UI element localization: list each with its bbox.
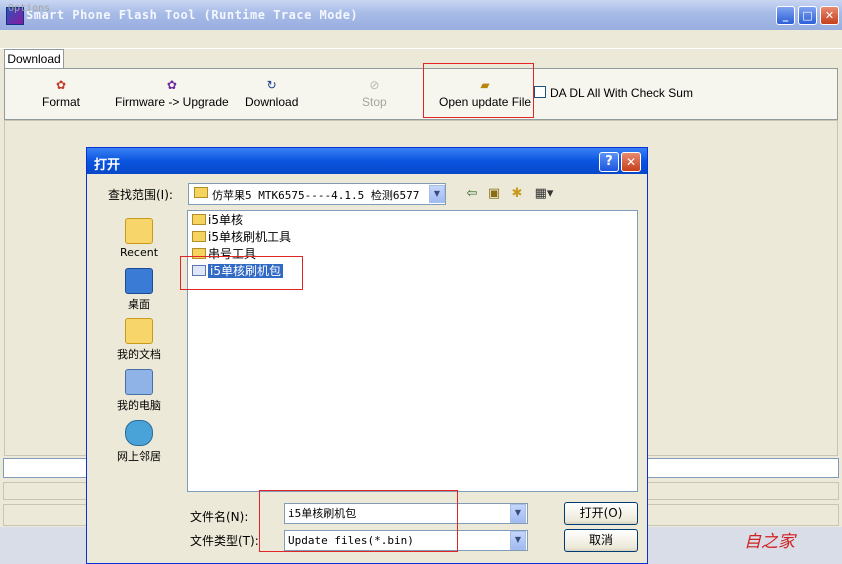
network-icon <box>125 420 153 446</box>
format-button[interactable]: ✿ Format <box>42 78 80 109</box>
filename-label: 文件名(N): <box>190 510 249 524</box>
dialog-title: 打开 <box>94 158 121 173</box>
close-button[interactable]: ✕ <box>820 6 839 25</box>
up-folder-icon[interactable]: ▣ <box>485 186 503 202</box>
firmware-label: Firmware -> Upgrade <box>115 95 229 109</box>
highlight-open-update <box>423 63 534 118</box>
place-recent[interactable]: Recent <box>104 218 174 259</box>
place-network[interactable]: 网上邻居 <box>104 420 174 464</box>
place-computer-label: 我的电脑 <box>117 399 161 412</box>
highlight-filename-fields <box>259 490 458 552</box>
folder-icon <box>192 231 206 242</box>
back-icon[interactable]: ⇦ <box>463 186 481 202</box>
new-folder-icon[interactable]: ✱ <box>508 186 526 202</box>
minimize-button[interactable]: _ <box>776 6 795 25</box>
download-button[interactable]: ↻ Download <box>245 78 298 109</box>
open-button[interactable]: 打开(O) <box>564 502 638 525</box>
menu-bar <box>0 30 842 49</box>
documents-icon <box>125 318 153 344</box>
dialog-title-bar[interactable] <box>87 148 647 174</box>
format-icon: ✿ <box>55 78 67 92</box>
place-documents[interactable]: 我的文档 <box>104 318 174 362</box>
watermark: 自之家 <box>744 532 795 552</box>
maximize-button[interactable]: □ <box>798 6 817 25</box>
checksum-checkbox[interactable] <box>534 86 546 98</box>
checksum-label: DA DL All With Check Sum <box>550 86 693 100</box>
filetype-dropdown-arrow[interactable]: ▼ <box>510 531 526 550</box>
download-label: Download <box>245 95 299 109</box>
look-in-value: 仿苹果5 MTK6575----4.1.5 检测6577 <box>212 189 420 202</box>
filetype-label: 文件类型(T): <box>190 534 259 548</box>
format-label: Format <box>42 95 81 109</box>
place-desktop-label: 桌面 <box>128 298 150 311</box>
place-documents-label: 我的文档 <box>117 348 161 361</box>
place-recent-label: Recent <box>119 246 159 259</box>
download-icon: ↻ <box>266 78 277 92</box>
folder-icon <box>192 214 206 225</box>
window-title: Smart Phone Flash Tool (Runtime Trace Mo… <box>26 8 359 22</box>
list-item[interactable]: i5单核 <box>192 213 243 228</box>
folder-icon <box>194 187 208 198</box>
recent-icon <box>125 218 153 244</box>
tab-download[interactable]: Download <box>4 49 64 69</box>
filename-dropdown-arrow[interactable]: ▼ <box>510 504 526 523</box>
stop-label: Stop <box>362 95 387 109</box>
cancel-button[interactable]: 取消 <box>564 529 638 552</box>
dialog-close-button[interactable]: ✕ <box>621 152 641 172</box>
place-computer[interactable]: 我的电脑 <box>104 369 174 413</box>
menu-options[interactable]: Options <box>8 3 50 14</box>
stop-button[interactable]: ⊘ Stop <box>362 78 387 109</box>
dialog-help-button[interactable]: ? <box>599 152 619 172</box>
desktop-icon <box>125 268 153 294</box>
firmware-icon: ✿ <box>166 78 177 92</box>
look-in-dropdown-arrow[interactable]: ▼ <box>429 185 445 203</box>
place-network-label: 网上邻居 <box>117 450 161 463</box>
list-item[interactable]: i5单核刷机工具 <box>192 230 291 245</box>
computer-icon <box>125 369 153 395</box>
firmware-upgrade-button[interactable]: ✿ Firmware -> Upgrade <box>115 78 229 109</box>
look-in-label: 查找范围(I): <box>108 188 173 202</box>
highlight-selected-file <box>180 256 303 290</box>
view-menu-icon[interactable]: ▦▾ <box>532 186 556 202</box>
stop-icon: ⊘ <box>369 78 380 92</box>
place-desktop[interactable]: 桌面 <box>104 268 174 312</box>
places-bar: Recent 桌面 我的文档 我的电脑 网上邻居 <box>104 210 174 470</box>
